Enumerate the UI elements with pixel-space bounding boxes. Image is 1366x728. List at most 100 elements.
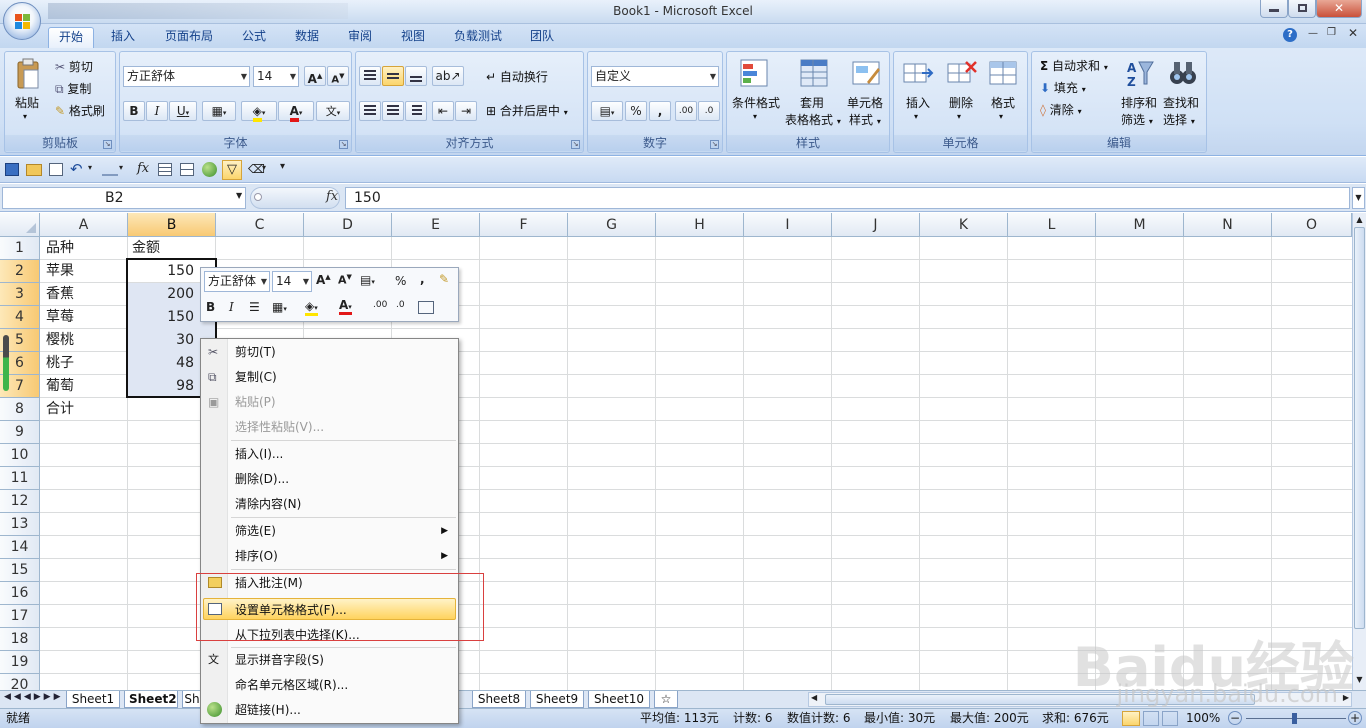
tab-home[interactable]: 开始 bbox=[48, 27, 94, 48]
autosum-button[interactable]: Σ 自动求和 ▾ bbox=[1040, 57, 1108, 74]
column-header-d[interactable]: D bbox=[304, 213, 392, 237]
menu-item-paste-special[interactable]: 选择性粘贴(V)... bbox=[203, 416, 456, 438]
undo-icon[interactable]: ↶ bbox=[70, 160, 83, 178]
globe-icon[interactable] bbox=[202, 162, 217, 177]
cell-b7[interactable]: 98 bbox=[128, 375, 194, 398]
border-icon[interactable] bbox=[102, 164, 118, 176]
page-layout-view-icon[interactable] bbox=[1143, 711, 1159, 726]
borders-button[interactable]: ▦▾ bbox=[202, 101, 236, 121]
sheet-nav-icons[interactable]: ◀◀◀▶▶▶ bbox=[4, 692, 64, 702]
mini-fill-color-icon[interactable]: ◈▾ bbox=[305, 299, 318, 316]
delete-cells-icon[interactable] bbox=[946, 58, 978, 88]
zoom-slider-thumb[interactable] bbox=[1292, 713, 1297, 724]
column-header-j[interactable]: J bbox=[832, 213, 920, 237]
delete-cells-label[interactable]: 删除 bbox=[949, 94, 973, 111]
percent-button[interactable]: % bbox=[625, 101, 647, 121]
row-header-1[interactable]: 1 bbox=[0, 237, 40, 260]
cell-a7[interactable]: 葡萄 bbox=[46, 375, 74, 398]
page-break-view-icon[interactable] bbox=[1162, 711, 1178, 726]
cell-b5[interactable]: 30 bbox=[128, 329, 194, 352]
column-header-i[interactable]: I bbox=[744, 213, 832, 237]
align-middle-button[interactable] bbox=[382, 66, 404, 86]
mini-borders-icon[interactable]: ▦▾ bbox=[272, 300, 287, 314]
column-header-c[interactable]: C bbox=[216, 213, 304, 237]
row-header-18[interactable]: 18 bbox=[0, 628, 40, 651]
mini-comma-button[interactable]: , bbox=[420, 272, 425, 286]
table-icon[interactable] bbox=[158, 163, 172, 176]
menu-item-filter[interactable]: 筛选(E) ▶ bbox=[203, 520, 456, 542]
select-all-corner[interactable] bbox=[0, 213, 40, 237]
mini-grow-font-icon[interactable]: A▲ bbox=[316, 273, 331, 287]
expand-handle-icon[interactable] bbox=[254, 193, 262, 201]
tab-page-layout[interactable]: 页面布局 bbox=[158, 27, 220, 48]
insert-function-icon[interactable]: fx bbox=[137, 161, 149, 176]
column-header-e[interactable]: E bbox=[392, 213, 480, 237]
column-header-k[interactable]: K bbox=[920, 213, 1008, 237]
bold-button[interactable]: B bbox=[123, 101, 145, 121]
close-button[interactable]: ✕ bbox=[1316, 0, 1362, 18]
cell-b4[interactable]: 150 bbox=[128, 306, 194, 329]
ribbon-minimize-icon[interactable]: — bbox=[1308, 28, 1318, 39]
tab-data[interactable]: 数据 bbox=[287, 27, 327, 48]
mini-format-painter-icon[interactable]: ✎ bbox=[439, 272, 449, 286]
align-left-button[interactable] bbox=[359, 101, 381, 121]
number-launcher-icon[interactable]: ↘ bbox=[710, 140, 719, 149]
mini-shrink-font-icon[interactable]: A▼ bbox=[338, 273, 352, 287]
sheet-tab-2[interactable]: Sheet2 bbox=[124, 691, 178, 708]
insert-sheet-tab[interactable]: ☆ bbox=[654, 691, 678, 708]
name-box-dropdown-icon[interactable]: ▼ bbox=[236, 191, 242, 200]
format-as-table-label-1[interactable]: 套用 bbox=[800, 94, 824, 111]
cell-b3[interactable]: 200 bbox=[128, 283, 194, 306]
filter-toggle-button[interactable]: ▽ bbox=[222, 160, 242, 180]
tab-review[interactable]: 审阅 bbox=[340, 27, 380, 48]
cell-a1[interactable]: 品种 bbox=[46, 237, 74, 260]
cell-b1[interactable]: 金额 bbox=[132, 237, 160, 260]
column-header-m[interactable]: M bbox=[1096, 213, 1184, 237]
ribbon-restore-icon[interactable]: ❐ bbox=[1327, 27, 1336, 38]
sheet-tab-3[interactable]: Sh bbox=[182, 691, 202, 708]
menu-item-copy[interactable]: ⧉ 复制(C) bbox=[203, 366, 456, 388]
cell-a4[interactable]: 草莓 bbox=[46, 306, 74, 329]
decrease-indent-button[interactable]: ⇤ bbox=[432, 101, 454, 121]
mini-decrease-decimal-icon[interactable]: .0 bbox=[396, 300, 405, 310]
mini-size-dropdown[interactable]: 14 ▼ bbox=[272, 271, 312, 292]
merge-center-button[interactable]: ⊞ 合并后居中 ▾ bbox=[486, 102, 568, 119]
zoom-in-icon[interactable]: + bbox=[1348, 711, 1362, 725]
row-header-19[interactable]: 19 bbox=[0, 651, 40, 674]
decrease-decimal-button[interactable]: .0 bbox=[698, 101, 720, 121]
mini-center-icon[interactable]: ☰ bbox=[249, 300, 260, 314]
menu-item-clear-contents[interactable]: 清除内容(N) bbox=[203, 493, 456, 515]
workbook-close-icon[interactable]: ✕ bbox=[1348, 26, 1358, 40]
menu-item-cut[interactable]: ✂ 剪切(T) bbox=[203, 341, 456, 363]
phonetic-button[interactable]: 文▾ bbox=[316, 101, 350, 121]
format-cells-label[interactable]: 格式 bbox=[991, 94, 1015, 111]
row-header-3[interactable]: 3 bbox=[0, 283, 40, 306]
restore-button[interactable] bbox=[1288, 0, 1316, 18]
cell-b2[interactable]: 150 bbox=[128, 260, 194, 283]
sort-filter-label-2[interactable]: 筛选 ▾ bbox=[1121, 111, 1153, 128]
cell-b6[interactable]: 48 bbox=[128, 352, 194, 375]
currency-button[interactable]: ▤▾ bbox=[591, 101, 623, 121]
cut-button[interactable]: ✂ 剪切 bbox=[55, 58, 93, 75]
zoom-level[interactable]: 100% bbox=[1186, 709, 1220, 728]
office-button[interactable] bbox=[3, 2, 41, 40]
mini-font-dropdown[interactable]: 方正舒体 ▼ bbox=[204, 271, 270, 292]
conditional-format-icon[interactable] bbox=[739, 58, 769, 88]
row-header-15[interactable]: 15 bbox=[0, 559, 40, 582]
sheet-tab-9[interactable]: Sheet9 bbox=[530, 691, 584, 708]
format-painter-button[interactable]: ✎ 格式刷 bbox=[55, 102, 105, 119]
row-header-4[interactable]: 4 bbox=[0, 306, 40, 329]
number-format-dropdown[interactable]: 自定义 ▼ bbox=[591, 66, 719, 87]
menu-item-hyperlink[interactable]: 超链接(H)... bbox=[203, 699, 456, 721]
row-header-10[interactable]: 10 bbox=[0, 444, 40, 467]
font-name-dropdown[interactable]: 方正舒体 ▼ bbox=[123, 66, 250, 87]
row-header-8[interactable]: 8 bbox=[0, 398, 40, 421]
sheet-tab-10[interactable]: Sheet10 bbox=[588, 691, 650, 708]
scroll-down-icon[interactable]: ▼ bbox=[1354, 675, 1365, 686]
row-header-14[interactable]: 14 bbox=[0, 536, 40, 559]
format-as-table-icon[interactable] bbox=[799, 58, 829, 88]
mini-merge-icon[interactable] bbox=[418, 301, 434, 314]
increase-indent-button[interactable]: ⇥ bbox=[455, 101, 477, 121]
paste-icon[interactable] bbox=[15, 58, 41, 90]
mini-percent-button[interactable]: % bbox=[395, 274, 406, 288]
